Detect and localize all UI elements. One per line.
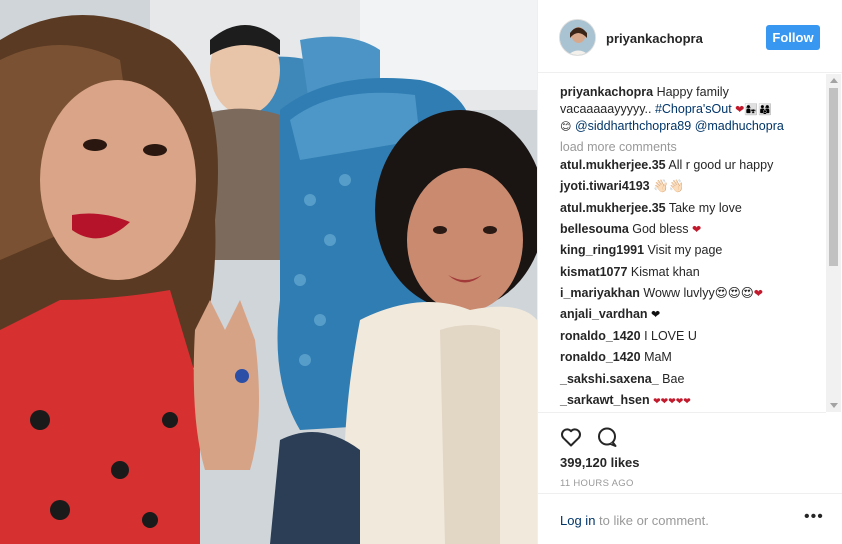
post-username[interactable]: priyankachopra bbox=[606, 31, 703, 46]
login-link[interactable]: Log in bbox=[560, 513, 595, 528]
comment-text: MaM bbox=[640, 350, 672, 364]
comment-text: I LOVE U bbox=[640, 329, 697, 343]
login-text: Log in to like or comment. bbox=[560, 513, 709, 528]
hearts-emoji-icon: ❤❤❤❤❤ bbox=[653, 396, 691, 406]
more-options-button[interactable]: ••• bbox=[804, 509, 823, 525]
comment-text: Kismat khan bbox=[627, 265, 700, 279]
comment-item: king_ring1991 Visit my page bbox=[560, 242, 722, 258]
heart-emoji-icon: ❤ bbox=[753, 288, 764, 300]
photo-illustration bbox=[0, 0, 537, 544]
post-actions: 399,120 likes 11 HOURS AGO bbox=[538, 412, 826, 492]
comment-username[interactable]: ronaldo_1420 bbox=[560, 329, 641, 343]
comment-username[interactable]: kismat1077 bbox=[560, 265, 627, 279]
comments-list[interactable]: priyankachopra Happy family vacaaaaayyyy… bbox=[538, 74, 826, 412]
heart-emoji-icon: ❤ bbox=[692, 224, 702, 236]
comments-scrollbar[interactable] bbox=[826, 74, 841, 412]
heart-outline-icon bbox=[561, 428, 581, 447]
post-header: priyankachopra Follow bbox=[538, 0, 842, 73]
comment-item: atul.mukherjee.35 Take my love bbox=[560, 200, 742, 216]
comment-item: ronaldo_1420 MaM bbox=[560, 349, 672, 365]
caption-mention-siddharth[interactable]: @siddharthchopra89 bbox=[575, 119, 691, 133]
post-caption: priyankachopra Happy family vacaaaaayyyy… bbox=[560, 84, 822, 136]
comment-text: God bless bbox=[628, 222, 693, 236]
speech-bubble-icon bbox=[598, 427, 617, 447]
comment-item: i_mariyakhan Woww luvlyy😍😍😍❤ bbox=[560, 285, 763, 302]
comment-username[interactable]: ronaldo_1420 bbox=[560, 350, 641, 364]
comment-text: Visit my page bbox=[644, 243, 723, 257]
comment-username[interactable]: jyoti.tiwari4193 bbox=[560, 179, 650, 193]
black-heart-emoji-icon: ❤ bbox=[651, 309, 661, 321]
avatar[interactable] bbox=[559, 19, 596, 56]
comment-text: 👋🏻👋🏻 bbox=[649, 179, 685, 193]
scroll-up-arrow-icon[interactable] bbox=[830, 78, 838, 83]
load-more-comments-link[interactable]: load more comments bbox=[560, 140, 677, 154]
comment-item: _sakshi.saxena_ Bae bbox=[560, 371, 684, 387]
caption-mention-madhu[interactable]: @madhuchopra bbox=[695, 119, 784, 133]
comment-username[interactable]: atul.mukherjee.35 bbox=[560, 201, 666, 215]
like-button[interactable] bbox=[559, 425, 583, 449]
post-side-panel: priyankachopra Follow priyankachopra Hap… bbox=[537, 0, 842, 544]
heart-emoji-icon: ❤ bbox=[735, 103, 745, 116]
comment-username[interactable]: anjali_vardhan bbox=[560, 307, 648, 321]
comment-text: Woww luvlyy😍😍😍 bbox=[639, 286, 754, 300]
comment-username[interactable]: _sakshi.saxena_ bbox=[560, 372, 659, 386]
comment-text: Bae bbox=[658, 372, 685, 386]
comment-username[interactable]: _sarkawt_hsen bbox=[560, 393, 650, 407]
comment-username[interactable]: king_ring1991 bbox=[560, 243, 644, 257]
comment-item: _sarkawt_hsen ❤❤❤❤❤ bbox=[560, 392, 691, 409]
comment-item: kismat1077 Kismat khan bbox=[560, 264, 700, 280]
likes-count[interactable]: 399,120 likes bbox=[560, 455, 640, 470]
caption-hashtag[interactable]: #Chopra'sOut bbox=[655, 102, 732, 116]
caption-username[interactable]: priyankachopra bbox=[560, 85, 653, 99]
comment-username[interactable]: i_mariyakhan bbox=[560, 286, 640, 300]
comment-text: All r good ur happy bbox=[665, 158, 774, 172]
login-prompt: Log in to like or comment. ••• bbox=[538, 493, 842, 544]
comment-username[interactable]: atul.mukherjee.35 bbox=[560, 158, 666, 172]
comment-item: jyoti.tiwari4193 👋🏻👋🏻 bbox=[560, 178, 684, 194]
comment-item: ronaldo_1420 I LOVE U bbox=[560, 328, 697, 344]
comment-text: Take my love bbox=[665, 201, 742, 215]
comment-item: anjali_vardhan ❤ bbox=[560, 306, 660, 323]
comment-username[interactable]: bellesouma bbox=[560, 222, 629, 236]
smile-emoji-icon: 😊 bbox=[560, 121, 572, 133]
comment-item: bellesouma God bless ❤ bbox=[560, 221, 701, 238]
post-photo[interactable] bbox=[0, 0, 537, 544]
scrollbar-thumb[interactable] bbox=[829, 88, 838, 266]
comment-button[interactable] bbox=[595, 425, 619, 449]
avatar-image bbox=[560, 20, 595, 55]
login-suffix: to like or comment. bbox=[595, 513, 709, 528]
scroll-down-arrow-icon[interactable] bbox=[830, 403, 838, 408]
follow-button[interactable]: Follow bbox=[766, 25, 820, 50]
comment-item: atul.mukherjee.35 All r good ur happy bbox=[560, 157, 773, 173]
post-timestamp[interactable]: 11 HOURS AGO bbox=[560, 478, 634, 489]
family-emoji-icon: 👩‍👧👨‍👩‍👦 bbox=[744, 103, 772, 116]
